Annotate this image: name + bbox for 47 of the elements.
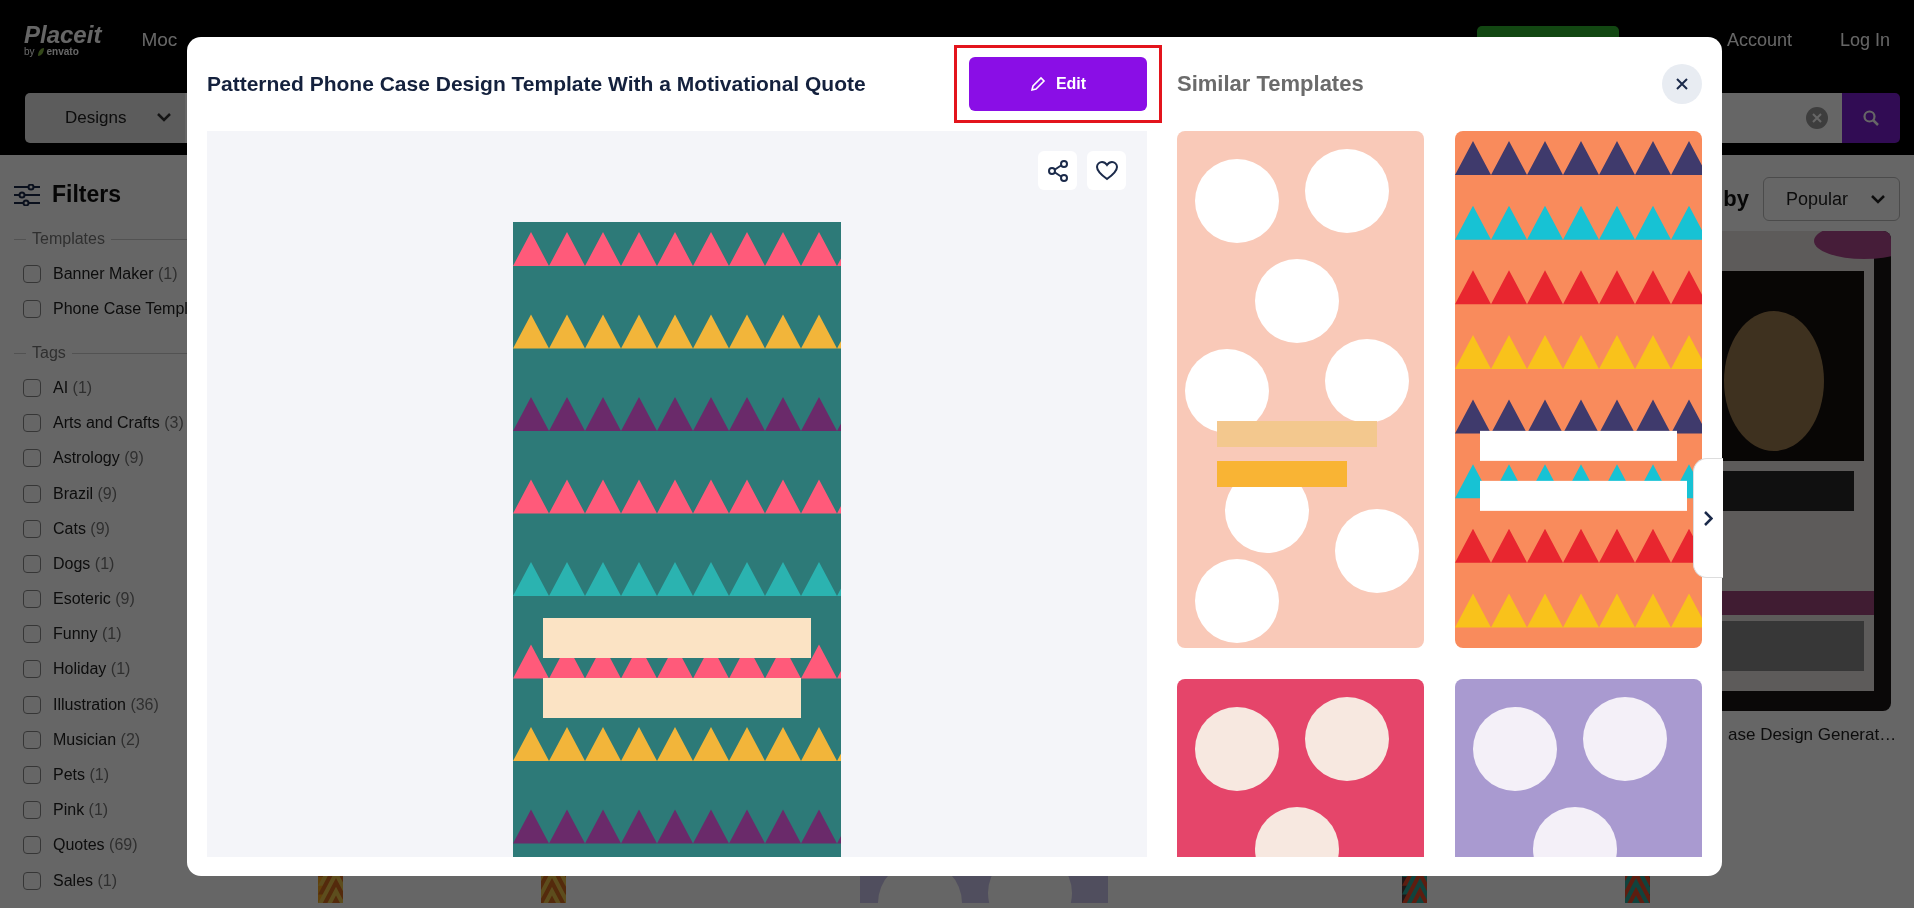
checkbox[interactable]	[23, 695, 41, 714]
similar-templates-title: Similar Templates	[1177, 71, 1364, 97]
logo-brand: envato	[46, 47, 79, 57]
checkbox[interactable]	[23, 484, 41, 503]
checkbox[interactable]	[23, 378, 41, 397]
next-button[interactable]	[1693, 458, 1723, 578]
search-button[interactable]	[1842, 92, 1900, 143]
checkbox[interactable]	[23, 554, 41, 573]
share-button[interactable]	[1038, 151, 1077, 190]
pencil-icon	[1029, 76, 1046, 92]
header-link[interactable]: Account	[1726, 29, 1792, 51]
close-icon	[1676, 78, 1688, 90]
edit-button[interactable]: Edit	[969, 57, 1147, 111]
chevron-down-icon	[157, 113, 171, 122]
filter-label[interactable]: Phone Case Templ	[53, 299, 188, 318]
leaf-icon	[36, 47, 45, 57]
checkbox[interactable]	[23, 449, 41, 468]
close-button[interactable]	[1662, 64, 1702, 104]
checkbox[interactable]	[23, 590, 41, 609]
nav-link[interactable]: Moc	[141, 29, 178, 51]
checkbox[interactable]	[23, 766, 41, 785]
checkbox[interactable]	[23, 625, 41, 644]
search-icon	[1863, 109, 1879, 126]
checkbox[interactable]	[23, 801, 41, 820]
checkbox[interactable]	[23, 264, 41, 283]
chevron-right-icon	[1704, 510, 1713, 526]
checkbox[interactable]	[23, 299, 41, 318]
header-link[interactable]: Log In	[1839, 29, 1890, 51]
checkbox[interactable]	[23, 414, 41, 433]
logo-text[interactable]: Placeit	[24, 23, 102, 47]
clear-icon[interactable]	[1806, 106, 1828, 129]
sort-dropdown[interactable]: Popular	[1763, 177, 1900, 221]
category-dropdown[interactable]: Designs	[25, 92, 185, 143]
checkbox[interactable]	[23, 519, 41, 538]
checkbox[interactable]	[23, 836, 41, 855]
checkbox[interactable]	[23, 730, 41, 749]
filters-title: Filters	[52, 181, 122, 208]
checkbox[interactable]	[23, 871, 41, 890]
chevron-down-icon	[1871, 194, 1885, 204]
favorite-button[interactable]	[1087, 151, 1126, 190]
logo-by: by	[24, 47, 35, 57]
sort-label: by	[1723, 186, 1749, 212]
filter-sliders-icon	[14, 183, 40, 206]
dialog-title: Patterned Phone Case Design Template With a Motivational Quote	[207, 72, 866, 96]
checkbox[interactable]	[23, 660, 41, 679]
heart-icon	[1095, 160, 1118, 181]
share-icon	[1046, 159, 1069, 182]
